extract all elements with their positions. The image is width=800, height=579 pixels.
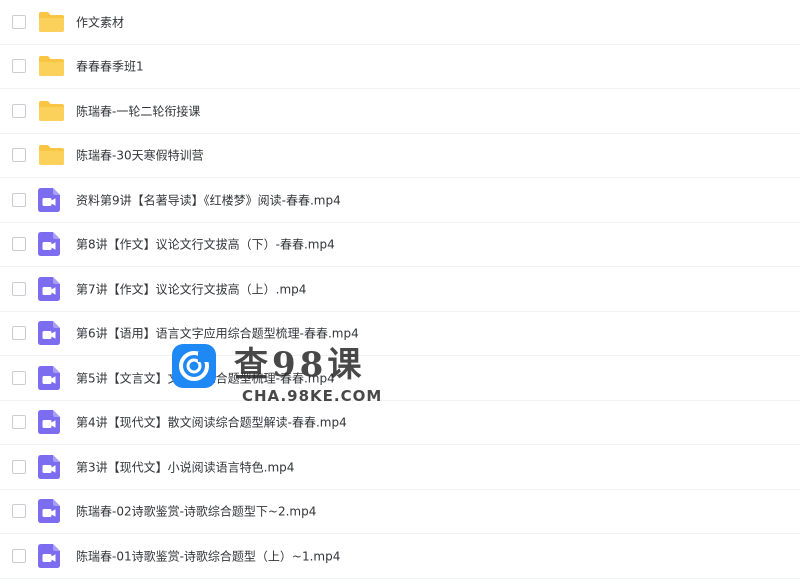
file-name[interactable]: 陈瑞春-02诗歌鉴赏-诗歌综合题型下~2.mp4 <box>76 503 316 520</box>
folder-icon[interactable] <box>38 55 65 77</box>
file-name[interactable]: 第4讲【现代文】散文阅读综合题型解读-春春.mp4 <box>76 414 347 431</box>
row-checkbox[interactable] <box>12 237 26 252</box>
file-row[interactable]: 第6讲【语用】语言文字应用综合题型梳理-春春.mp4 <box>0 312 800 356</box>
row-checkbox[interactable] <box>12 192 26 207</box>
row-checkbox[interactable] <box>12 415 26 430</box>
row-checkbox[interactable] <box>12 370 26 385</box>
file-name[interactable]: 第7讲【作文】议论文行文拔高（上）.mp4 <box>76 280 306 297</box>
row-checkbox[interactable] <box>12 281 26 296</box>
file-row[interactable]: 第5讲【文言文】文言文综合题型梳理-春春.mp4 <box>0 356 800 401</box>
file-row[interactable]: 作文素材 <box>0 0 800 45</box>
video-file-icon[interactable] <box>38 543 60 568</box>
row-checkbox[interactable] <box>12 548 26 563</box>
file-name[interactable]: 作文素材 <box>76 13 124 30</box>
file-row[interactable]: 第4讲【现代文】散文阅读综合题型解读-春春.mp4 <box>0 401 800 445</box>
file-name[interactable]: 第6讲【语用】语言文字应用综合题型梳理-春春.mp4 <box>76 325 359 342</box>
file-row[interactable]: 陈瑞春-30天寒假特训营 <box>0 134 800 178</box>
row-checkbox[interactable] <box>12 14 26 29</box>
file-list: 作文素材 春春春季班1 陈瑞春-一轮二轮衔接课 陈瑞春-30天寒假特训营 资料第… <box>0 0 800 579</box>
row-checkbox[interactable] <box>12 148 26 163</box>
video-file-icon[interactable] <box>38 365 60 390</box>
video-file-icon[interactable] <box>38 321 60 346</box>
video-file-icon[interactable] <box>38 454 60 479</box>
folder-icon[interactable] <box>38 11 65 33</box>
file-name[interactable]: 资料第9讲【名著导读】《红楼梦》阅读-春春.mp4 <box>76 191 341 208</box>
file-name[interactable]: 第3讲【现代文】小说阅读语言特色.mp4 <box>76 458 294 475</box>
file-row[interactable]: 第7讲【作文】议论文行文拔高（上）.mp4 <box>0 267 800 312</box>
file-row[interactable]: 陈瑞春-一轮二轮衔接课 <box>0 89 800 134</box>
video-file-icon[interactable] <box>38 276 60 301</box>
file-name[interactable]: 陈瑞春-30天寒假特训营 <box>76 147 204 164</box>
file-name[interactable]: 陈瑞春-01诗歌鉴赏-诗歌综合题型（上）~1.mp4 <box>76 547 340 564</box>
row-checkbox[interactable] <box>12 326 26 341</box>
file-name[interactable]: 第8讲【作文】议论文行文拔高（下）-春春.mp4 <box>76 236 335 253</box>
row-checkbox[interactable] <box>12 459 26 474</box>
video-file-icon[interactable] <box>38 232 60 257</box>
video-file-icon[interactable] <box>38 187 60 212</box>
row-checkbox[interactable] <box>12 103 26 118</box>
file-name[interactable]: 第5讲【文言文】文言文综合题型梳理-春春.mp4 <box>76 369 335 386</box>
file-row[interactable]: 陈瑞春-01诗歌鉴赏-诗歌综合题型（上）~1.mp4 <box>0 534 800 579</box>
file-name[interactable]: 春春春季班1 <box>76 58 144 75</box>
file-row[interactable]: 第3讲【现代文】小说阅读语言特色.mp4 <box>0 445 800 490</box>
video-file-icon[interactable] <box>38 499 60 524</box>
row-checkbox[interactable] <box>12 504 26 519</box>
file-row[interactable]: 资料第9讲【名著导读】《红楼梦》阅读-春春.mp4 <box>0 178 800 223</box>
file-name[interactable]: 陈瑞春-一轮二轮衔接课 <box>76 102 200 119</box>
folder-icon[interactable] <box>38 100 65 122</box>
file-row[interactable]: 第8讲【作文】议论文行文拔高（下）-春春.mp4 <box>0 223 800 267</box>
row-checkbox[interactable] <box>12 59 26 74</box>
file-row[interactable]: 陈瑞春-02诗歌鉴赏-诗歌综合题型下~2.mp4 <box>0 490 800 534</box>
video-file-icon[interactable] <box>38 410 60 435</box>
folder-icon[interactable] <box>38 144 65 166</box>
file-row[interactable]: 春春春季班1 <box>0 45 800 89</box>
